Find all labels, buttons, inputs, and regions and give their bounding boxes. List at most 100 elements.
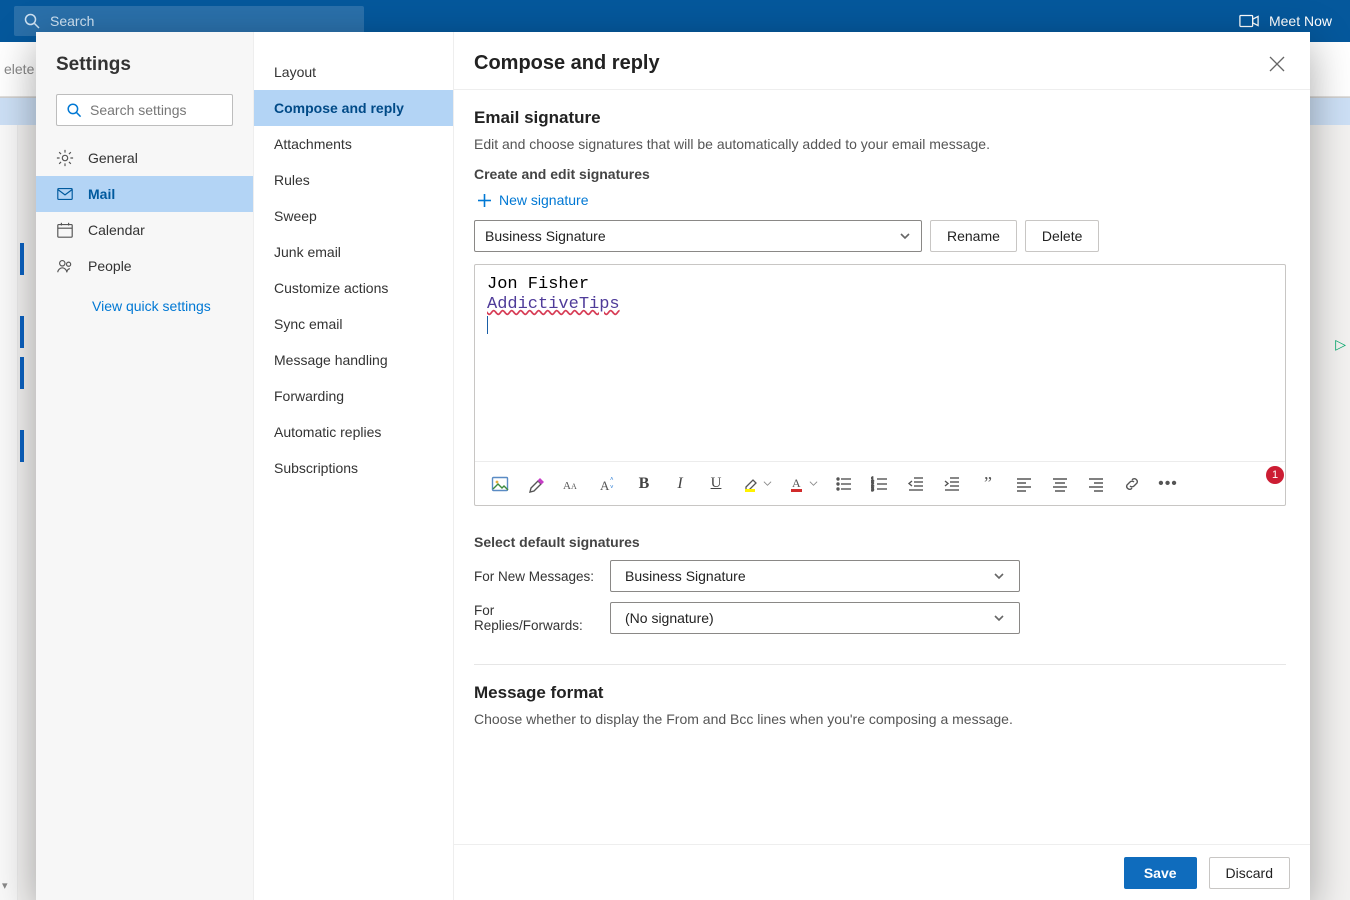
replies-dropdown[interactable]: (No signature) bbox=[610, 602, 1020, 634]
category-label: Calendar bbox=[88, 222, 145, 238]
settings-title: Settings bbox=[36, 54, 253, 94]
global-search-placeholder: Search bbox=[50, 13, 94, 29]
chevron-down-icon bbox=[763, 479, 772, 488]
font-size-button[interactable]: A˄˅ bbox=[597, 473, 619, 495]
signature-editor: Jon Fisher AddictiveTips AA A˄˅ B I U A … bbox=[474, 264, 1286, 506]
bullet-list-button[interactable] bbox=[833, 473, 855, 495]
collapse-icon: ▾ bbox=[2, 879, 8, 892]
new-signature-label: New signature bbox=[499, 192, 589, 208]
category-calendar[interactable]: Calendar bbox=[36, 212, 253, 248]
category-general[interactable]: General bbox=[36, 140, 253, 176]
rename-button[interactable]: Rename bbox=[930, 220, 1017, 252]
chevron-down-icon bbox=[899, 230, 911, 242]
font-color-button[interactable]: A bbox=[787, 473, 819, 495]
align-left-icon bbox=[1015, 475, 1033, 493]
submenu-attachments[interactable]: Attachments bbox=[254, 126, 453, 162]
submenu-message-handling[interactable]: Message handling bbox=[254, 342, 453, 378]
signature-dropdown-value: Business Signature bbox=[485, 228, 606, 244]
new-messages-dropdown[interactable]: Business Signature bbox=[610, 560, 1020, 592]
number-list-icon: 123 bbox=[871, 475, 889, 493]
submenu-layout[interactable]: Layout bbox=[254, 54, 453, 90]
email-signature-heading: Email signature bbox=[474, 108, 1286, 128]
format-painter-button[interactable] bbox=[525, 473, 547, 495]
submenu-sync-email[interactable]: Sync email bbox=[254, 306, 453, 342]
chevron-down-icon bbox=[993, 570, 1005, 582]
svg-text:3: 3 bbox=[871, 487, 874, 493]
bg-delete-text: elete bbox=[4, 61, 34, 77]
settings-search-placeholder: Search settings bbox=[90, 102, 187, 118]
more-options-button[interactable]: ••• bbox=[1157, 473, 1179, 495]
font-color-icon: A bbox=[789, 475, 807, 493]
create-edit-subheading: Create and edit signatures bbox=[474, 166, 1286, 182]
indent-button[interactable] bbox=[941, 473, 963, 495]
meet-now-button[interactable]: Meet Now bbox=[1239, 13, 1332, 29]
highlight-button[interactable] bbox=[741, 473, 773, 495]
underline-button[interactable]: U bbox=[705, 473, 727, 495]
meet-now-label: Meet Now bbox=[1269, 13, 1332, 29]
bg-msg-indicator bbox=[20, 243, 24, 275]
signature-line-link: AddictiveTips bbox=[487, 295, 620, 314]
outdent-button[interactable] bbox=[905, 473, 927, 495]
close-icon[interactable] bbox=[1268, 55, 1286, 73]
align-right-icon bbox=[1087, 475, 1105, 493]
category-mail[interactable]: Mail bbox=[36, 176, 253, 212]
save-button[interactable]: Save bbox=[1124, 857, 1197, 889]
signature-dropdown[interactable]: Business Signature bbox=[474, 220, 922, 252]
align-right-button[interactable] bbox=[1085, 473, 1107, 495]
settings-modal: Settings Search settings General Mail Ca… bbox=[36, 32, 1310, 900]
bg-msg-indicator bbox=[20, 316, 24, 348]
align-center-button[interactable] bbox=[1049, 473, 1071, 495]
panel-body: Email signature Edit and choose signatur… bbox=[454, 90, 1310, 844]
italic-button[interactable]: I bbox=[669, 473, 691, 495]
discard-button[interactable]: Discard bbox=[1209, 857, 1290, 889]
align-left-button[interactable] bbox=[1013, 473, 1035, 495]
submenu-subscriptions[interactable]: Subscriptions bbox=[254, 450, 453, 486]
category-label: Mail bbox=[88, 186, 115, 202]
settings-panel: Compose and reply Email signature Edit a… bbox=[454, 32, 1310, 900]
submenu-automatic-replies[interactable]: Automatic replies bbox=[254, 414, 453, 450]
submenu-customize-actions[interactable]: Customize actions bbox=[254, 270, 453, 306]
mail-icon bbox=[56, 185, 74, 203]
submenu-forwarding[interactable]: Forwarding bbox=[254, 378, 453, 414]
settings-categories: Settings Search settings General Mail Ca… bbox=[36, 32, 254, 900]
outdent-icon bbox=[907, 475, 925, 493]
signature-editor-body[interactable]: Jon Fisher AddictiveTips bbox=[475, 265, 1285, 461]
number-list-button[interactable]: 123 bbox=[869, 473, 891, 495]
bold-icon: B bbox=[639, 475, 650, 493]
category-people[interactable]: People bbox=[36, 248, 253, 284]
delete-button[interactable]: Delete bbox=[1025, 220, 1099, 252]
svg-text:˅: ˅ bbox=[610, 485, 614, 491]
font-icon: AA bbox=[563, 475, 581, 493]
submenu-compose-reply[interactable]: Compose and reply bbox=[254, 90, 453, 126]
replies-label: For Replies/Forwards: bbox=[474, 603, 600, 633]
bg-left-strip: ▾ bbox=[0, 125, 18, 900]
image-icon bbox=[491, 475, 509, 493]
category-label: People bbox=[88, 258, 132, 274]
gear-icon bbox=[56, 149, 74, 167]
quote-button[interactable]: ” bbox=[977, 473, 999, 495]
view-quick-settings-link[interactable]: View quick settings bbox=[36, 284, 253, 314]
insert-image-button[interactable] bbox=[489, 473, 511, 495]
svg-text:A: A bbox=[571, 482, 577, 491]
chevron-down-icon bbox=[809, 479, 818, 488]
text-caret bbox=[487, 316, 488, 334]
email-signature-desc: Edit and choose signatures that will be … bbox=[474, 136, 1286, 152]
signature-line: Jon Fisher bbox=[487, 275, 1273, 295]
settings-search[interactable]: Search settings bbox=[56, 94, 233, 126]
new-signature-button[interactable]: New signature bbox=[478, 192, 1286, 208]
category-label: General bbox=[88, 150, 138, 166]
font-family-button[interactable]: AA bbox=[561, 473, 583, 495]
bold-button[interactable]: B bbox=[633, 473, 655, 495]
svg-text:A: A bbox=[563, 480, 571, 492]
submenu-sweep[interactable]: Sweep bbox=[254, 198, 453, 234]
replies-value: (No signature) bbox=[625, 610, 714, 626]
bg-msg-indicator bbox=[20, 357, 24, 389]
calendar-icon bbox=[56, 221, 74, 239]
people-icon bbox=[56, 257, 74, 275]
font-size-icon: A˄˅ bbox=[599, 475, 617, 493]
insert-link-button[interactable] bbox=[1121, 473, 1143, 495]
paintbrush-icon bbox=[527, 475, 545, 493]
italic-icon: I bbox=[677, 475, 682, 493]
submenu-rules[interactable]: Rules bbox=[254, 162, 453, 198]
submenu-junk-email[interactable]: Junk email bbox=[254, 234, 453, 270]
